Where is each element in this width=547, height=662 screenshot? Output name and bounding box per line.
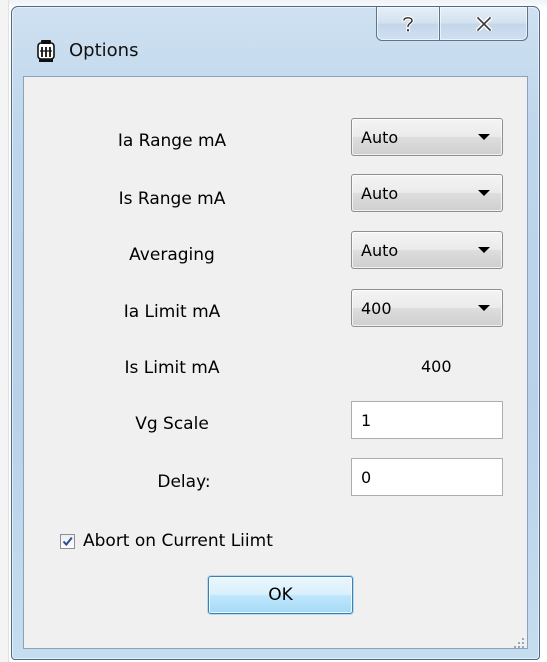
dialog-client-area: Ia Range mA Auto Is Range mA Auto Averag… <box>23 76 528 649</box>
is-range-value: Auto <box>361 184 399 203</box>
is-range-combo[interactable]: Auto <box>351 174 503 212</box>
ia-limit-value: 400 <box>361 299 392 318</box>
caption-buttons <box>376 7 528 43</box>
chevron-down-icon <box>478 247 490 253</box>
title-bar[interactable]: Options <box>12 7 539 77</box>
is-range-label: Is Range mA <box>118 189 226 209</box>
ok-button[interactable]: OK <box>208 576 353 614</box>
window-title: Options <box>69 40 139 61</box>
resize-grip-icon[interactable] <box>513 634 525 648</box>
vg-scale-input[interactable] <box>351 401 503 439</box>
averaging-label: Averaging <box>129 245 215 265</box>
tube-icon[interactable] <box>36 39 56 63</box>
is-limit-label: Is Limit mA <box>124 358 220 378</box>
options-dialog: Options Ia Range mA Auto Is Range mA Aut… <box>11 6 540 660</box>
ia-range-value: Auto <box>361 128 399 147</box>
close-x-icon <box>475 16 492 31</box>
chevron-down-icon <box>478 305 490 311</box>
abort-checkbox[interactable] <box>60 533 75 549</box>
vg-scale-label: Vg Scale <box>135 414 209 434</box>
is-limit-value: 400 <box>421 357 452 376</box>
ia-range-label: Ia Range mA <box>117 131 227 151</box>
averaging-combo[interactable]: Auto <box>351 231 503 269</box>
question-mark-icon <box>402 15 414 32</box>
help-button[interactable] <box>376 7 440 41</box>
close-button[interactable] <box>440 7 528 41</box>
delay-input[interactable] <box>351 458 503 496</box>
checkmark-icon <box>62 536 73 546</box>
delay-label: Delay: <box>157 472 211 492</box>
ia-range-combo[interactable]: Auto <box>351 118 503 156</box>
chevron-down-icon <box>478 190 490 196</box>
abort-checkbox-label[interactable]: Abort on Current Liimt <box>83 531 273 551</box>
chevron-down-icon <box>478 134 490 140</box>
averaging-value: Auto <box>361 241 399 260</box>
abort-on-current-limit-option[interactable]: Abort on Current Liimt <box>60 531 273 551</box>
background-window-left-edge <box>0 0 9 662</box>
ia-limit-combo[interactable]: 400 <box>351 289 503 327</box>
ia-limit-label: Ia Limit mA <box>123 302 221 322</box>
